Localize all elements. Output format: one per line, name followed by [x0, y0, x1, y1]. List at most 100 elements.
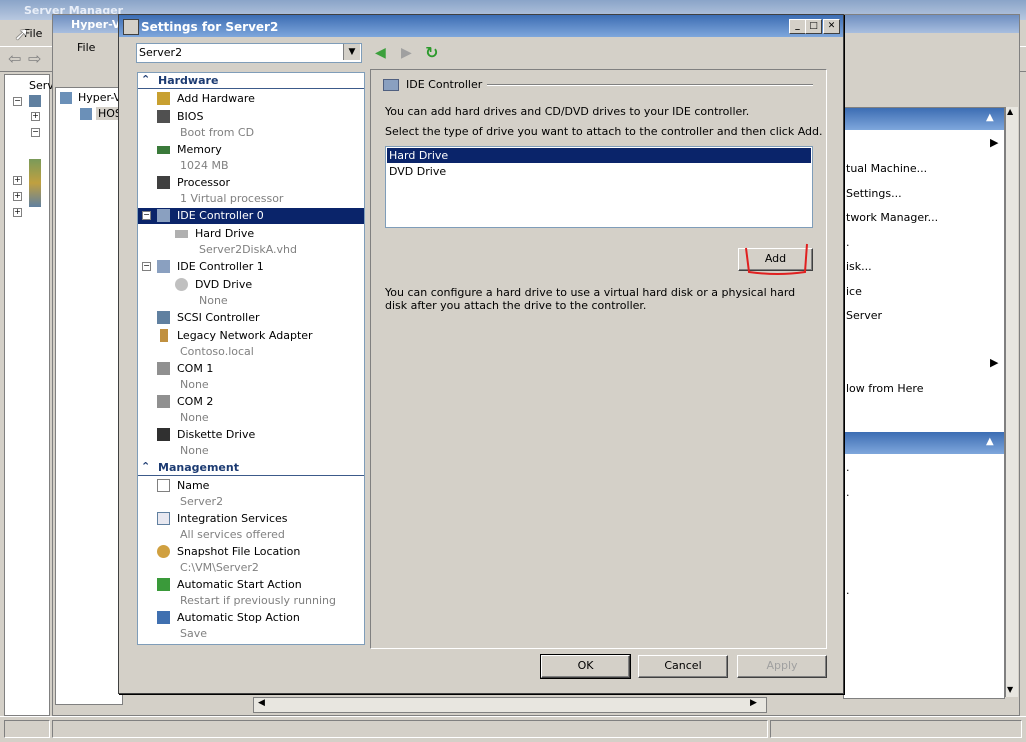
action-remove-server[interactable]: Server — [846, 309, 882, 322]
tree-item-integration-services[interactable]: Integration Services All services offere… — [138, 511, 364, 543]
option-hard-drive[interactable]: Hard Drive — [387, 148, 811, 163]
dialog-titlebar[interactable]: Settings for Server2 _ □ ✕ — [119, 15, 843, 37]
action-network-manager[interactable]: twork Manager... — [846, 211, 938, 224]
settings-tree: ⌃ Hardware Add Hardware BIOS Boot from C… — [137, 72, 365, 645]
ide-controller-heading-icon — [383, 79, 399, 91]
status-pane — [4, 720, 50, 738]
actions-header-2[interactable]: ▲ — [844, 432, 1004, 454]
tree-item-diskette-drive[interactable]: Diskette Drive None — [138, 427, 364, 459]
tree-item-automatic-start-action[interactable]: Automatic Start Action Restart if previo… — [138, 577, 364, 609]
server-manager-tree: Serv − + − + + + — [4, 74, 54, 716]
tree-expander[interactable]: + — [13, 176, 22, 185]
tree-item-snapshot-file-location[interactable]: Snapshot File Location C:\VM\Server2 — [138, 544, 364, 576]
bios-icon — [157, 110, 170, 123]
hyperv-tree: Hyper-V HOS — [55, 87, 124, 705]
dvd-drive-icon — [175, 278, 188, 291]
tree-expander[interactable]: + — [31, 112, 40, 121]
hyperv-tree-root[interactable]: Hyper-V — [78, 91, 121, 104]
configure-note: You can configure a hard drive to use a … — [385, 286, 796, 312]
dialog-minimize-button[interactable]: _ — [789, 19, 806, 34]
ok-button[interactable]: OK — [540, 654, 631, 679]
tree-item-ide-controller-1[interactable]: − IDE Controller 1 — [138, 259, 364, 275]
hyperv-title: Hyper-V — [71, 18, 121, 31]
tree-expander[interactable]: − — [13, 97, 22, 106]
next-arrow-icon[interactable]: ▶ — [401, 45, 412, 61]
action-new-vm[interactable]: tual Machine... — [846, 162, 927, 175]
add-hardware-icon — [157, 92, 170, 105]
tree-item-automatic-stop-action[interactable]: Automatic Stop Action Save — [138, 610, 364, 642]
status-bar — [0, 716, 1026, 741]
hyperv-icon — [60, 92, 72, 104]
submenu-arrow-icon[interactable]: ▶ — [990, 136, 998, 149]
tree-item-com2[interactable]: COM 2 None — [138, 394, 364, 426]
scroll-down-icon[interactable]: ▼ — [1007, 685, 1013, 694]
hyperv-menu-file[interactable]: File — [77, 41, 95, 54]
diskette-icon — [157, 428, 170, 441]
dialog-close-button[interactable]: ✕ — [823, 19, 840, 34]
red-annotation-mark — [745, 243, 808, 275]
tree-item-memory[interactable]: Memory 1024 MB — [138, 142, 364, 174]
collapse-expander[interactable]: − — [142, 262, 151, 271]
actions-header[interactable]: ▲ — [844, 108, 1004, 130]
collapse-expander[interactable]: − — [142, 211, 151, 220]
instruction-line-2: Select the type of drive you want to att… — [385, 125, 823, 138]
action-item[interactable]: . — [846, 584, 850, 597]
apply-button[interactable]: Apply — [737, 655, 827, 678]
previous-arrow-icon[interactable]: ◀ — [375, 45, 386, 61]
collapse-icon[interactable]: ▲ — [986, 112, 994, 123]
tree-item-legacy-network-adapter[interactable]: Legacy Network Adapter Contoso.local — [138, 328, 364, 360]
scroll-left-icon[interactable]: ◀ — [258, 698, 265, 708]
action-item[interactable]: . — [846, 236, 850, 249]
network-adapter-icon — [160, 329, 168, 342]
collapse-chevron-icon[interactable]: ⌃ — [141, 460, 150, 473]
dialog-maximize-button[interactable]: □ — [805, 19, 822, 34]
tree-item-hard-drive[interactable]: Hard Drive Server2DiskA.vhd — [138, 226, 364, 258]
start-action-icon — [157, 578, 170, 591]
back-arrow-icon[interactable]: ⇦ — [8, 49, 21, 68]
roles-icon — [29, 159, 41, 207]
tree-root-label[interactable]: Serv — [29, 79, 54, 92]
collapse-icon[interactable]: ▲ — [986, 436, 994, 447]
processor-icon — [157, 176, 170, 189]
vm-select[interactable]: Server2 ▼ — [136, 43, 362, 63]
refresh-icon[interactable]: ↻ — [425, 43, 438, 62]
action-settings[interactable]: Settings... — [846, 187, 902, 200]
hardware-section-header[interactable]: ⌃ Hardware — [138, 73, 364, 89]
tree-item-scsi-controller[interactable]: SCSI Controller — [138, 310, 364, 326]
vertical-scrollbar[interactable]: ▲ ▼ — [1005, 107, 1018, 697]
memory-icon — [157, 146, 170, 154]
drive-type-list[interactable]: Hard Drive DVD Drive — [385, 146, 813, 228]
tree-item-processor[interactable]: Processor 1 Virtual processor — [138, 175, 364, 207]
tree-item-bios[interactable]: BIOS Boot from CD — [138, 109, 364, 141]
forward-arrow-icon[interactable]: ⇨ — [28, 49, 41, 68]
tree-expander[interactable]: + — [13, 208, 22, 217]
action-edit-disk[interactable]: isk... — [846, 260, 872, 273]
tree-item-name[interactable]: Name Server2 — [138, 478, 364, 510]
snapshot-icon — [157, 545, 170, 558]
option-dvd-drive[interactable]: DVD Drive — [387, 164, 811, 179]
collapse-chevron-icon[interactable]: ⌃ — [141, 73, 150, 86]
dropdown-arrow-icon[interactable]: ▼ — [343, 44, 360, 60]
management-section-header[interactable]: ⌃ Management — [138, 460, 364, 476]
cancel-button[interactable]: Cancel — [638, 655, 728, 678]
action-stop-service[interactable]: ice — [846, 285, 862, 298]
tree-item-ide-controller-0[interactable]: − IDE Controller 0 — [138, 208, 364, 224]
submenu-arrow-icon[interactable]: ▶ — [990, 356, 998, 369]
host-icon — [80, 108, 92, 120]
tree-item-com1[interactable]: COM 1 None — [138, 361, 364, 393]
horizontal-scrollbar[interactable]: ◀ ▶ — [253, 697, 767, 713]
tree-item-add-hardware[interactable]: Add Hardware — [138, 91, 364, 107]
scroll-up-icon[interactable]: ▲ — [1007, 107, 1013, 116]
action-new-window[interactable]: low from Here — [846, 382, 923, 395]
tree-item-dvd-drive[interactable]: DVD Drive None — [138, 277, 364, 309]
com-port-icon — [157, 362, 170, 375]
settings-dialog: Settings for Server2 _ □ ✕ Server2 ▼ ◀ ▶… — [118, 14, 844, 694]
action-item[interactable]: . — [846, 486, 850, 499]
scsi-controller-icon — [157, 311, 170, 324]
tree-expander[interactable]: + — [13, 192, 22, 201]
instruction-line-1: You can add hard drives and CD/DVD drive… — [385, 105, 750, 118]
scroll-right-icon[interactable]: ▶ — [750, 698, 757, 708]
actions-pane: ▲ ▶ tual Machine... Settings... twork Ma… — [843, 107, 1005, 699]
tree-expander[interactable]: − — [31, 128, 40, 137]
action-item[interactable]: . — [846, 461, 850, 474]
